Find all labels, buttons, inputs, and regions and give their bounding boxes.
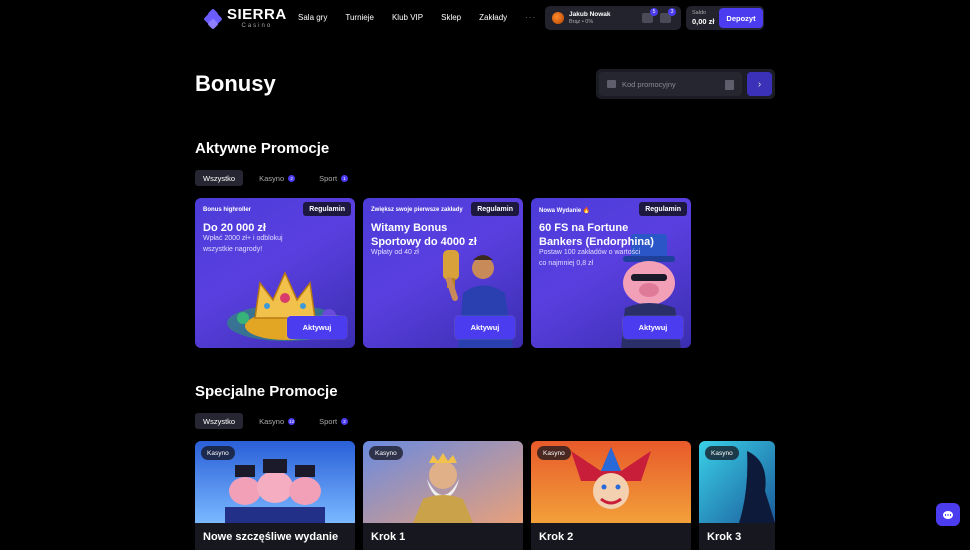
sierra-logo[interactable]: SIERRA Casino [203, 6, 287, 30]
special-promotions-tabs: Wszystko Kasyno 12 Sport 2 [195, 413, 364, 429]
page-title: Bonusy [195, 71, 276, 96]
tab-all[interactable]: Wszystko [195, 170, 244, 186]
category-tag: Kasyno [201, 446, 235, 460]
logo-title: SIERRA [227, 6, 287, 23]
special-promotions-title: Specjalne Promocje [195, 383, 338, 400]
avatar [552, 12, 564, 24]
notification-badge: 3 [668, 8, 676, 16]
special-card-new-release[interactable]: Kasyno Nowe szczęśliwe wydanie [195, 441, 355, 550]
tab-count: 12 [288, 417, 296, 425]
card-tag: Nowa Wydanie 🔥 [539, 208, 591, 214]
special-card-step-3[interactable]: Kasyno Krok 3 [699, 441, 775, 550]
nav-zaklady[interactable]: Zakłady [479, 13, 507, 22]
rules-button[interactable]: Regulamin [303, 202, 351, 216]
promo-card-highroller: Bonus highroller Regulamin Do 20 000 zł … [195, 198, 355, 348]
diamond-logo-icon [203, 7, 223, 30]
special-card-step-2[interactable]: Kasyno Krok 2 [531, 441, 691, 550]
active-promotions-tabs: Wszystko Kasyno 2 Sport 1 [195, 170, 364, 186]
tab-label: Wszystko [203, 173, 236, 183]
category-tag: Kasyno [369, 446, 403, 460]
promo-code-box: › [596, 69, 775, 99]
submit-promo-button[interactable]: › [747, 72, 772, 96]
card-title: Krok 1 [371, 531, 406, 543]
card-title: 60 FS na Fortune Bankers (Endorphina) [539, 222, 654, 249]
chevron-right-icon: › [757, 78, 762, 90]
promo-code-field [599, 72, 742, 96]
nav-sala-gry[interactable]: Sala gry [298, 13, 327, 22]
card-description: Wpłać 2000 zł+ i odblokuj wszystkie nagr… [203, 235, 283, 253]
activate-button[interactable]: Aktywuj [623, 316, 683, 339]
chat-bubble-icon [943, 510, 953, 519]
balance-value: 0,00 zł [692, 17, 715, 26]
tab-all[interactable]: Wszystko [195, 413, 244, 429]
more-menu-icon[interactable]: ··· [525, 13, 536, 22]
tab-sport[interactable]: Sport 2 [311, 413, 356, 429]
logo-subtitle: Casino [241, 23, 273, 29]
card-title: Krok 2 [539, 531, 574, 543]
activate-button[interactable]: Aktywuj [455, 316, 515, 339]
tab-count: 2 [341, 417, 349, 425]
card-title: Nowe szczęśliwe wydanie [203, 531, 339, 543]
main-nav: Sala gry Turnieje Klub VIP Sklep Zakłady… [298, 13, 554, 22]
category-tag: Kasyno [705, 446, 739, 460]
nav-turnieje[interactable]: Turnieje [345, 13, 374, 22]
tab-casino[interactable]: Kasyno 2 [251, 170, 303, 186]
user-profile[interactable]: Jakub Nowak Brąz • 0% 5 3 [545, 6, 681, 30]
promo-card-fortune-bankers: Nowa Wydanie 🔥 Regulamin 60 FS na Fortun… [531, 198, 691, 348]
gift-inbox-icon[interactable]: 5 [642, 8, 658, 23]
category-tag: Kasyno [537, 446, 571, 460]
gift-icon [607, 80, 616, 88]
nav-klub-vip[interactable]: Klub VIP [392, 13, 423, 22]
activate-button[interactable]: Aktywuj [287, 316, 347, 339]
tab-label: Kasyno [259, 416, 285, 426]
promo-card-sport-welcome: Zwiększ swoje pierwsze zakłady Regulamin… [363, 198, 523, 348]
tab-count: 1 [341, 174, 349, 182]
active-promotions-title: Aktywne Promocje [195, 140, 330, 157]
special-card-step-1[interactable]: Kasyno Krok 1 [363, 441, 523, 550]
tab-sport[interactable]: Sport 1 [311, 170, 356, 186]
balance-label: Saldo [692, 10, 707, 16]
card-title: Witamy Bonus Sportowy do 4000 zł [371, 222, 477, 249]
notification-badge: 5 [650, 8, 658, 16]
tab-label: Kasyno [259, 173, 285, 183]
tab-label: Wszystko [203, 416, 236, 426]
live-chat-button[interactable] [936, 503, 960, 526]
tab-label: Sport [319, 173, 338, 183]
tab-count: 2 [288, 174, 296, 182]
card-tag: Bonus highroller [203, 207, 251, 213]
rules-button[interactable]: Regulamin [639, 202, 687, 216]
nav-sklep[interactable]: Sklep [441, 13, 461, 22]
tab-label: Sport [319, 416, 338, 426]
card-title: Krok 3 [707, 531, 742, 543]
rules-button[interactable]: Regulamin [471, 202, 519, 216]
bonus-box-icon[interactable]: 3 [660, 8, 676, 23]
top-bar: SIERRA Casino Sala gry Turnieje Klub VIP… [0, 0, 970, 36]
user-level: Brąz • 0% [569, 18, 594, 25]
promo-code-input[interactable] [622, 79, 722, 89]
card-description: Wpłaty od 40 zł [371, 249, 419, 256]
card-tag: Zwiększ swoje pierwsze zakłady [371, 207, 463, 213]
card-description: Postaw 100 zakładów o wartości co najmni… [539, 249, 641, 267]
paste-icon[interactable] [725, 80, 734, 90]
deposit-button[interactable]: Depozyt [719, 8, 763, 28]
tab-casino[interactable]: Kasyno 12 [251, 413, 303, 429]
user-name: Jakub Nowak [569, 11, 611, 19]
